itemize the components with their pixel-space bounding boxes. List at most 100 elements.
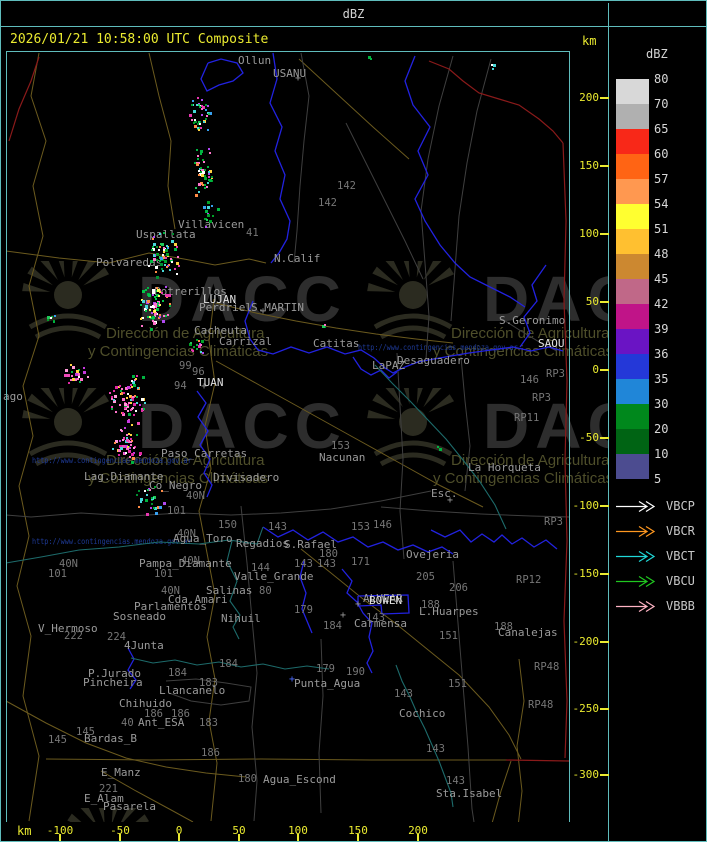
map-line-b (200, 58, 244, 92)
scale-value-label: 20 (654, 422, 669, 436)
map-label: Esc. (431, 487, 458, 500)
map-label: 142 (318, 197, 337, 209)
radar-echo-pixel (136, 434, 138, 436)
radar-echo-pixel (203, 206, 206, 209)
radar-echo-pixel (147, 489, 149, 491)
radar-echo-pixel (131, 386, 133, 388)
radar-echo-pixel (162, 270, 164, 272)
radar-echo-pixel (163, 502, 166, 505)
map-line-o (148, 52, 176, 230)
right-axis-tick-label: 200 (579, 91, 599, 104)
right-axis-tick (600, 301, 609, 303)
radar-echo-pixel (131, 461, 134, 464)
radar-echo-pixel (203, 121, 205, 123)
vector-row: VBCU (614, 573, 706, 588)
vector-label: VBCP (666, 499, 695, 513)
radar-echo-pixel (135, 410, 137, 412)
map-line-o (16, 52, 47, 822)
map-label: Sta.Isabel (436, 787, 503, 800)
radar-echo-pixel (156, 259, 158, 261)
map-line-o (516, 658, 525, 822)
radar-echo-pixel (198, 170, 200, 172)
vector-arrow-icon (616, 600, 656, 613)
radar-echo-pixel (83, 371, 86, 374)
radar-echo-pixel (208, 173, 210, 175)
radar-echo-pixel (124, 427, 126, 429)
station-marker: + (340, 610, 347, 621)
scale-value-label: 42 (654, 297, 669, 311)
radar-echo-pixel (83, 367, 85, 369)
radar-echo-pixel (205, 118, 207, 120)
scale-value-label: 30 (654, 397, 669, 411)
radar-echo-pixel (122, 412, 124, 414)
map-label: L.Huarpes (419, 605, 479, 618)
map-label: 205 (416, 571, 435, 583)
radar-echo-pixel (174, 268, 176, 270)
map-label: RP48 (534, 661, 560, 673)
map-label: 146 (373, 519, 392, 531)
radar-echo-pixel (208, 148, 210, 150)
radar-echo-pixel (121, 388, 123, 390)
vector-arrow-icon (616, 575, 656, 588)
radar-echo-pixel (165, 286, 167, 288)
radar-echo-pixel (207, 201, 210, 204)
map-line-r (8, 56, 40, 142)
map-label: 183 (199, 717, 218, 729)
right-axis-tick (600, 774, 609, 776)
map-label: Punta_Agua (294, 677, 361, 690)
map-label: 143 (268, 521, 287, 533)
map-label: 94 (174, 380, 187, 392)
radar-echo-pixel (133, 384, 136, 387)
radar-echo-pixel (148, 294, 151, 297)
radar-echo-pixel (130, 441, 132, 443)
radar-echo-pixel (109, 392, 111, 394)
map-label: 101 (154, 568, 173, 580)
map-label: Canalejas (498, 626, 558, 639)
scale-color-box (616, 104, 649, 129)
radar-echo-pixel (142, 300, 145, 303)
radar-echo-pixel (193, 122, 195, 124)
radar-echo-pixel (151, 249, 153, 251)
scale-color-box (616, 279, 649, 304)
map-label: S.MARTIN (251, 301, 304, 314)
map-label: 184 (323, 620, 342, 632)
radar-echo-pixel (149, 316, 151, 318)
radar-echo-pixel (159, 291, 161, 293)
radar-echo-pixel (151, 497, 153, 499)
radar-echo-pixel (158, 249, 160, 251)
bottom-axis-tick (178, 834, 180, 841)
map-label: 99 (179, 360, 192, 372)
radar-echo-pixel (159, 314, 161, 316)
radar-echo-pixel (124, 407, 126, 409)
radar-echo-pixel (190, 342, 192, 344)
scale-title: dBZ (646, 47, 668, 61)
radar-echo-pixel (166, 253, 169, 256)
radar-echo-pixel (199, 106, 201, 108)
radar-echo-pixel (201, 105, 203, 107)
right-axis-tick-label: -200 (572, 635, 600, 648)
scale-value-label: 65 (654, 122, 669, 136)
radar-echo-pixel (207, 129, 209, 131)
map-label: 171 (351, 556, 370, 568)
radar-echo-pixel (136, 402, 138, 404)
radar-echo-pixel (132, 457, 135, 460)
radar-echo-pixel (119, 385, 121, 387)
map-label: Pasarela (103, 800, 156, 813)
map-line-o (298, 58, 410, 160)
map-label: Nacunan (319, 451, 366, 464)
radar-echo-pixel (162, 300, 164, 302)
map-label: Carrizal (219, 335, 272, 348)
radar-echo-pixel (146, 494, 148, 496)
radar-echo-pixel (160, 263, 163, 266)
radar-echo-pixel (132, 407, 134, 409)
radar-echo-pixel (145, 289, 147, 291)
radar-echo-pixel (75, 379, 77, 381)
right-axis-tick (600, 641, 609, 643)
map-label: 101 (167, 505, 186, 517)
map-label: 184 (168, 667, 187, 679)
map-line-o (45, 758, 506, 761)
map-label: Carmensa (354, 617, 407, 630)
map-label: BOWEN (369, 594, 403, 607)
radar-echo-pixel (78, 376, 80, 378)
map-label: S.Geronimo (499, 314, 566, 327)
